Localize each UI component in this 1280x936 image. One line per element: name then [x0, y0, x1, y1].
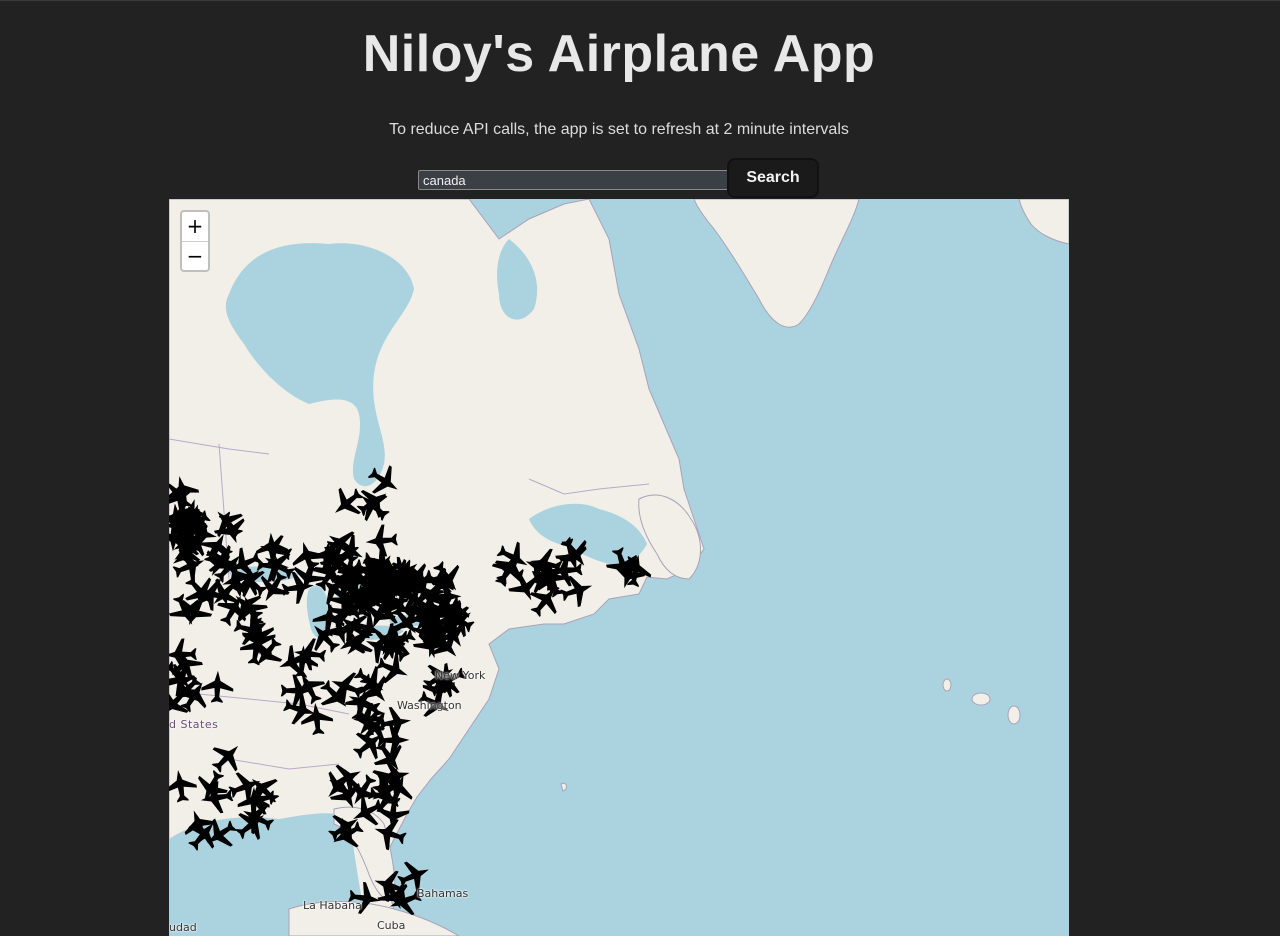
map-label-new-york: New York [435, 669, 486, 682]
zoom-in-button[interactable]: + [182, 212, 208, 242]
map-label-washington: Washington [397, 699, 462, 712]
search-button[interactable]: Search [727, 158, 819, 198]
zoom-control: + − [180, 210, 210, 272]
search-input[interactable] [418, 170, 734, 190]
flight-map[interactable]: + − d States New York Washington La Haba… [169, 199, 1069, 936]
top-rule [0, 0, 1280, 1]
map-label-la-habana: La Habana [303, 899, 362, 912]
refresh-note: To reduce API calls, the app is set to r… [389, 121, 849, 138]
map-label-united-states: d States [169, 718, 219, 731]
map-label-cuba: Cuba [377, 919, 406, 932]
page-title: Niloy's Airplane App [362, 25, 876, 83]
zoom-out-button[interactable]: − [182, 242, 208, 270]
map-tiles [169, 199, 1069, 936]
map-label-bahamas: Bahamas [417, 887, 469, 900]
map-label-ciudad: udad [169, 921, 197, 934]
